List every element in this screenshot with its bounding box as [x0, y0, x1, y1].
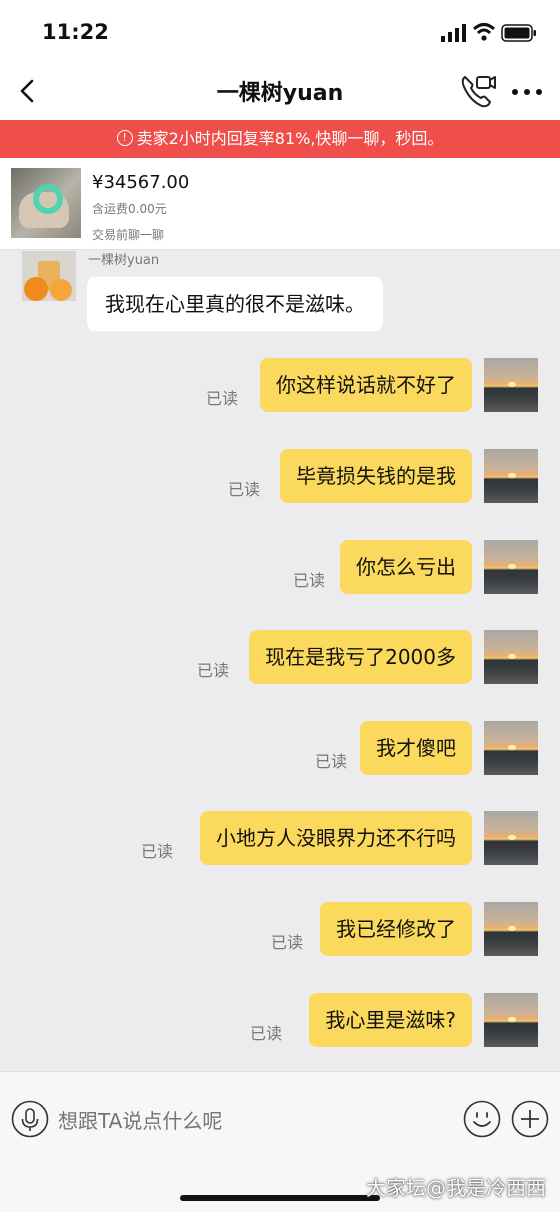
info-icon: ! — [116, 129, 133, 146]
sender-name: 一棵树yuan — [88, 253, 160, 268]
my-avatar[interactable] — [484, 811, 538, 865]
outgoing-message-bubble[interactable]: 你这样说话就不好了 — [260, 358, 472, 412]
microphone-icon[interactable] — [11, 1100, 49, 1138]
outgoing-message-bubble[interactable]: 你怎么亏出 — [340, 540, 472, 594]
my-avatar[interactable] — [484, 721, 538, 775]
phone-video-call-icon[interactable] — [458, 72, 498, 110]
message-row: 已读 你怎么亏出 — [0, 540, 560, 596]
my-avatar[interactable] — [484, 902, 538, 956]
read-status: 已读 — [227, 480, 260, 499]
message-row: 已读 我心里是滋味? — [0, 993, 560, 1049]
read-status: 已读 — [292, 571, 325, 590]
nav-bar: 一棵树yuan — [0, 62, 560, 120]
read-status: 已读 — [249, 1024, 282, 1043]
plus-icon[interactable] — [511, 1100, 549, 1138]
my-avatar[interactable] — [484, 993, 538, 1047]
reply-rate-text: 卖家2小时内回复率81%,快聊一聊，秒回。 — [136, 129, 444, 148]
emoji-icon[interactable] — [463, 1100, 501, 1138]
read-status: 已读 — [314, 752, 347, 771]
read-status: 已读 — [196, 661, 229, 680]
battery-icon — [501, 24, 536, 42]
message-row: 已读 你这样说话就不好了 — [0, 358, 560, 414]
read-status: 已读 — [270, 933, 303, 952]
my-avatar[interactable] — [484, 449, 538, 503]
outgoing-message-bubble[interactable]: 毕竟损失钱的是我 — [280, 449, 472, 503]
watermark: 大家坛@我是冷西西 — [366, 1176, 546, 1200]
outgoing-message-bubble[interactable]: 小地方人没眼界力还不行吗 — [200, 811, 472, 865]
shipping-fee: 含运费0.00元 — [92, 202, 167, 216]
message-row: 已读 我才傻吧 — [0, 721, 560, 777]
status-time: 11:22 — [42, 20, 109, 44]
seller-avatar[interactable] — [22, 251, 76, 301]
input-bar — [0, 1071, 560, 1168]
message-row: 已读 小地方人没眼界力还不行吗 — [0, 811, 560, 867]
my-avatar[interactable] — [484, 358, 538, 412]
message-row: 已读 毕竟损失钱的是我 — [0, 449, 560, 505]
product-card[interactable]: ¥34567.00 含运费0.00元 交易前聊一聊 — [0, 158, 560, 250]
outgoing-message-bubble[interactable]: 我已经修改了 — [320, 902, 472, 956]
outgoing-message-bubble[interactable]: 我心里是滋味? — [309, 993, 472, 1047]
my-avatar[interactable] — [484, 540, 538, 594]
reply-rate-banner[interactable]: ! 卖家2小时内回复率81%,快聊一聊，秒回。 — [0, 120, 560, 158]
my-avatar[interactable] — [484, 630, 538, 684]
read-status: 已读 — [205, 389, 238, 408]
outgoing-message-bubble[interactable]: 现在是我亏了2000多 — [249, 630, 472, 684]
product-price: ¥34567.00 — [92, 172, 190, 193]
home-indicator[interactable] — [180, 1195, 380, 1201]
status-bar: 11:22 — [0, 0, 560, 62]
signal-icon — [441, 24, 466, 42]
wifi-icon — [472, 23, 496, 41]
message-input[interactable] — [58, 1104, 438, 1138]
more-icon[interactable] — [510, 80, 544, 104]
product-thumbnail[interactable] — [11, 168, 81, 238]
chat-before-trade: 交易前聊一聊 — [92, 228, 165, 242]
incoming-message-bubble[interactable]: 我现在心里真的很不是滋味。 — [87, 277, 383, 331]
message-row: 已读 我已经修改了 — [0, 902, 560, 958]
message-row: 已读 现在是我亏了2000多 — [0, 630, 560, 686]
outgoing-message-bubble[interactable]: 我才傻吧 — [360, 721, 472, 775]
read-status: 已读 — [140, 842, 173, 861]
